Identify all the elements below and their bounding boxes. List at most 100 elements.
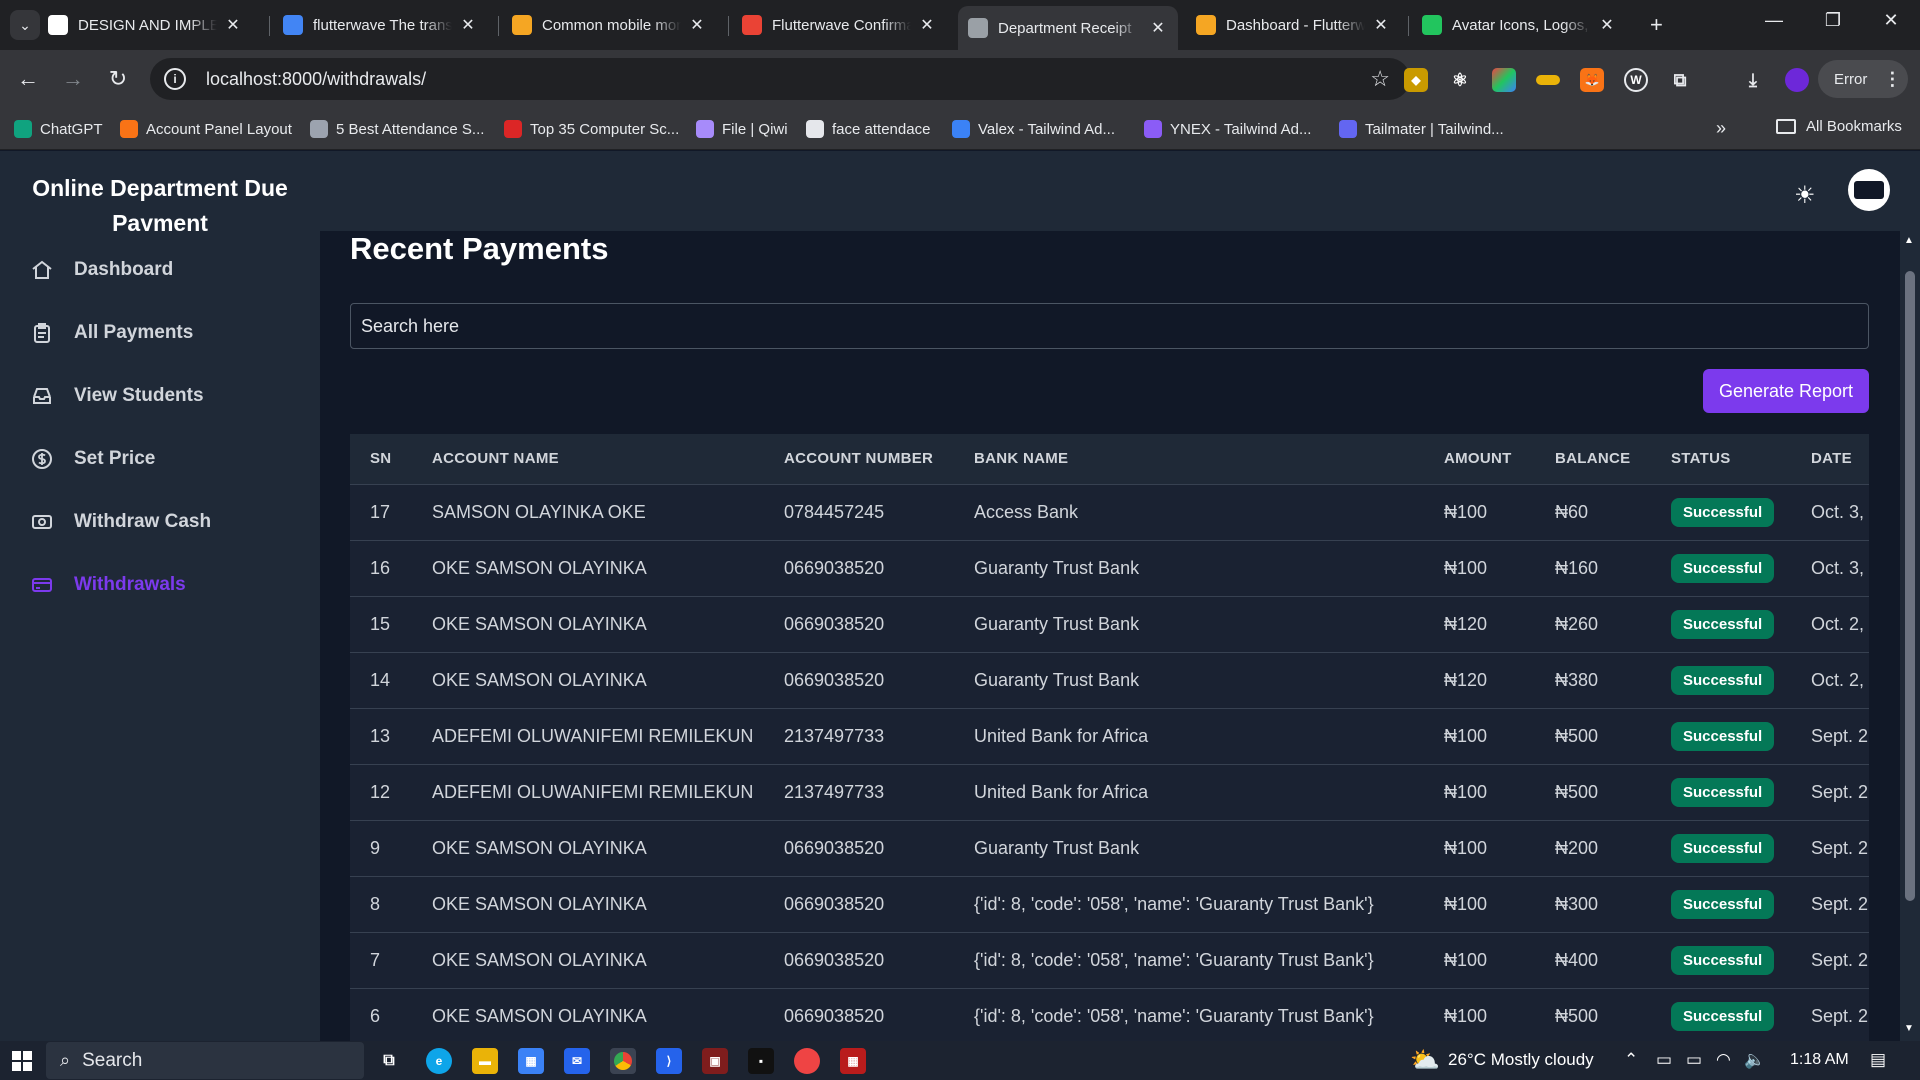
scroll-down-icon[interactable]: ▼	[1904, 1023, 1914, 1034]
payments-table-wrapper[interactable]: SN ACCOUNT NAME ACCOUNT NUMBER BANK NAME AMO…	[350, 434, 1869, 1041]
mail-icon[interactable]: ✉	[564, 1048, 590, 1074]
tab-document[interactable]: DESIGN AND IMPLEMENTATION ✕	[38, 6, 253, 44]
sidebar-item-dashboard[interactable]: Dashboard	[30, 250, 310, 290]
table-row[interactable]: 17 SAMSON OLAYINKA OKE 0784457245 Access Ba…	[350, 484, 1869, 540]
extensions-puzzle-icon[interactable]: ⧉	[1668, 68, 1692, 92]
chrome-profile-icon[interactable]	[794, 1048, 820, 1074]
url-text[interactable]: localhost:8000/withdrawals/	[206, 69, 426, 90]
sidebar-item-view-students[interactable]: View Students	[30, 376, 310, 416]
extension-w-icon[interactable]: W	[1624, 68, 1648, 92]
extension-icon[interactable]: ◆	[1404, 68, 1428, 92]
edge-icon[interactable]: e	[426, 1048, 452, 1074]
extension-react-icon[interactable]: ⚛	[1448, 68, 1472, 92]
page-scrollbar[interactable]: ▲ ▼	[1900, 231, 1920, 1041]
new-tab-button[interactable]: +	[1650, 12, 1663, 38]
tab-flutterwave[interactable]: Dashboard - Flutterwave ✕	[1186, 6, 1401, 44]
sn-cell: 12	[370, 781, 391, 802]
notifications-icon[interactable]: ▤	[1870, 1050, 1886, 1070]
bookmark-item[interactable]: Tailmater | Tailwind...	[1339, 116, 1504, 142]
file-explorer-icon[interactable]: ▬	[472, 1048, 498, 1074]
clock-time[interactable]: 1:18 AM	[1790, 1051, 1849, 1069]
search-input[interactable]	[350, 303, 1869, 349]
bookmark-item[interactable]: File | Qiwi	[696, 116, 788, 142]
table-row[interactable]: 7 OKE SAMSON OLAYINKA 0669038520 {'id': 8, …	[350, 932, 1869, 988]
tab-avatar[interactable]: Avatar Icons, Logos, Symbols ✕	[1412, 6, 1627, 44]
tab-globe[interactable]: Department Receipt ✕	[958, 6, 1178, 50]
sidebar-item-set-price[interactable]: Set Price	[30, 439, 310, 479]
column-header-balance: BALANCE	[1555, 450, 1631, 468]
menu-dots-icon[interactable]: ⋮	[1883, 69, 1901, 90]
windows-start-icon[interactable]	[12, 1051, 32, 1071]
tab-close-icon[interactable]: ✕	[1597, 15, 1617, 35]
store-icon[interactable]: ▦	[518, 1048, 544, 1074]
balance-cell: ₦380	[1555, 669, 1599, 690]
extension-color-icon[interactable]	[1492, 68, 1516, 92]
table-row[interactable]: 15 OKE SAMSON OLAYINKA 0669038520 Guaranty …	[350, 596, 1869, 652]
address-bar[interactable]: i localhost:8000/withdrawals/ ☆	[150, 58, 1410, 100]
metamask-icon[interactable]: 🦊	[1580, 68, 1604, 92]
table-row[interactable]: 9 OKE SAMSON OLAYINKA 0669038520 Guaranty T…	[350, 820, 1869, 876]
tab-close-icon[interactable]: ✕	[917, 15, 937, 35]
forward-button[interactable]: →	[57, 63, 89, 95]
bookmark-item[interactable]: face attendace	[806, 116, 930, 142]
restore-button[interactable]: ❐	[1813, 10, 1853, 31]
table-row[interactable]: 13 ADEFEMI OLUWANIFEMI REMILEKUN 213749773…	[350, 708, 1869, 764]
chrome-icon[interactable]	[610, 1048, 636, 1074]
table-row[interactable]: 14 OKE SAMSON OLAYINKA 0669038520 Guaranty …	[350, 652, 1869, 708]
site-info-icon[interactable]: i	[164, 68, 186, 90]
tab-close-icon[interactable]: ✕	[687, 15, 707, 35]
back-button[interactable]: ←	[12, 63, 44, 95]
wifi-icon[interactable]: ◠	[1716, 1050, 1731, 1070]
app-icon-3[interactable]: ▦	[840, 1048, 866, 1074]
sidebar-item-all-payments[interactable]: All Payments	[30, 313, 310, 353]
scroll-up-icon[interactable]: ▲	[1904, 235, 1914, 246]
tab-google[interactable]: flutterwave The transfer ✕	[273, 6, 488, 44]
user-avatar[interactable]	[1848, 169, 1890, 211]
tab-close-icon[interactable]: ✕	[1148, 18, 1168, 38]
tab-gmail[interactable]: Flutterwave Confirmation ✕	[732, 6, 947, 44]
sidebar-item-withdraw-cash[interactable]: Withdraw Cash	[30, 502, 310, 542]
bookmark-star-icon[interactable]: ☆	[1370, 66, 1390, 92]
extension-bar-icon[interactable]	[1536, 75, 1560, 85]
meet-icon[interactable]: ▭	[1656, 1050, 1672, 1070]
sidebar-item-withdrawals[interactable]: Withdrawals	[30, 565, 310, 605]
error-chip[interactable]: Error ⋮	[1818, 60, 1908, 98]
table-row[interactable]: 16 OKE SAMSON OLAYINKA 0669038520 Guaranty …	[350, 540, 1869, 596]
bookmarks-overflow-icon[interactable]: »	[1716, 118, 1726, 139]
profile-avatar-icon[interactable]	[1785, 68, 1809, 92]
reload-button[interactable]: ↻	[102, 63, 134, 95]
task-view-icon[interactable]: ⧉	[376, 1048, 402, 1074]
volume-icon[interactable]: 🔈	[1744, 1050, 1765, 1070]
close-window-button[interactable]: ✕	[1871, 10, 1911, 31]
date-cell: Sept. 2	[1811, 837, 1869, 858]
table-row[interactable]: 8 OKE SAMSON OLAYINKA 0669038520 {'id': 8, …	[350, 876, 1869, 932]
all-bookmarks-button[interactable]: All Bookmarks	[1776, 118, 1902, 135]
tab-flutterwave[interactable]: Common mobile money ✕	[502, 6, 717, 44]
taskbar-search[interactable]: ⌕ Search	[46, 1042, 364, 1079]
scrollbar-thumb[interactable]	[1905, 271, 1915, 901]
bookmark-item[interactable]: 5 Best Attendance S...	[310, 116, 484, 142]
bookmark-item[interactable]: Account Panel Layout	[120, 116, 292, 142]
bookmark-item[interactable]: Valex - Tailwind Ad...	[952, 116, 1115, 142]
bookmark-label: Valex - Tailwind Ad...	[978, 120, 1116, 138]
minimize-button[interactable]: —	[1754, 10, 1794, 31]
generate-report-button[interactable]: Generate Report	[1703, 369, 1869, 413]
battery-icon[interactable]: ▭	[1686, 1050, 1702, 1070]
theme-toggle-sun-icon[interactable]: ☀	[1794, 181, 1816, 210]
tab-close-icon[interactable]: ✕	[1371, 15, 1391, 35]
bookmark-item[interactable]: ChatGPT	[14, 116, 103, 142]
tray-chevron-icon[interactable]: ⌃	[1624, 1050, 1638, 1070]
table-row[interactable]: 12 ADEFEMI OLUWANIFEMI REMILEKUN 213749773…	[350, 764, 1869, 820]
table-row[interactable]: 6 OKE SAMSON OLAYINKA 0669038520 {'id': 8, …	[350, 988, 1869, 1041]
app-icon-1[interactable]: ▣	[702, 1048, 728, 1074]
tab-search-button[interactable]: ⌄	[10, 10, 40, 40]
app-icon-2[interactable]: ▪	[748, 1048, 774, 1074]
downloads-icon[interactable]: ⤓	[1741, 68, 1765, 92]
tab-title: Common mobile money	[542, 16, 681, 34]
vscode-icon[interactable]: ⟩	[656, 1048, 682, 1074]
weather-text[interactable]: 26°C Mostly cloudy	[1448, 1050, 1594, 1070]
bookmark-item[interactable]: Top 35 Computer Sc...	[504, 116, 679, 142]
bookmark-item[interactable]: YNEX - Tailwind Ad...	[1144, 116, 1311, 142]
tab-close-icon[interactable]: ✕	[223, 15, 243, 35]
tab-close-icon[interactable]: ✕	[458, 15, 478, 35]
